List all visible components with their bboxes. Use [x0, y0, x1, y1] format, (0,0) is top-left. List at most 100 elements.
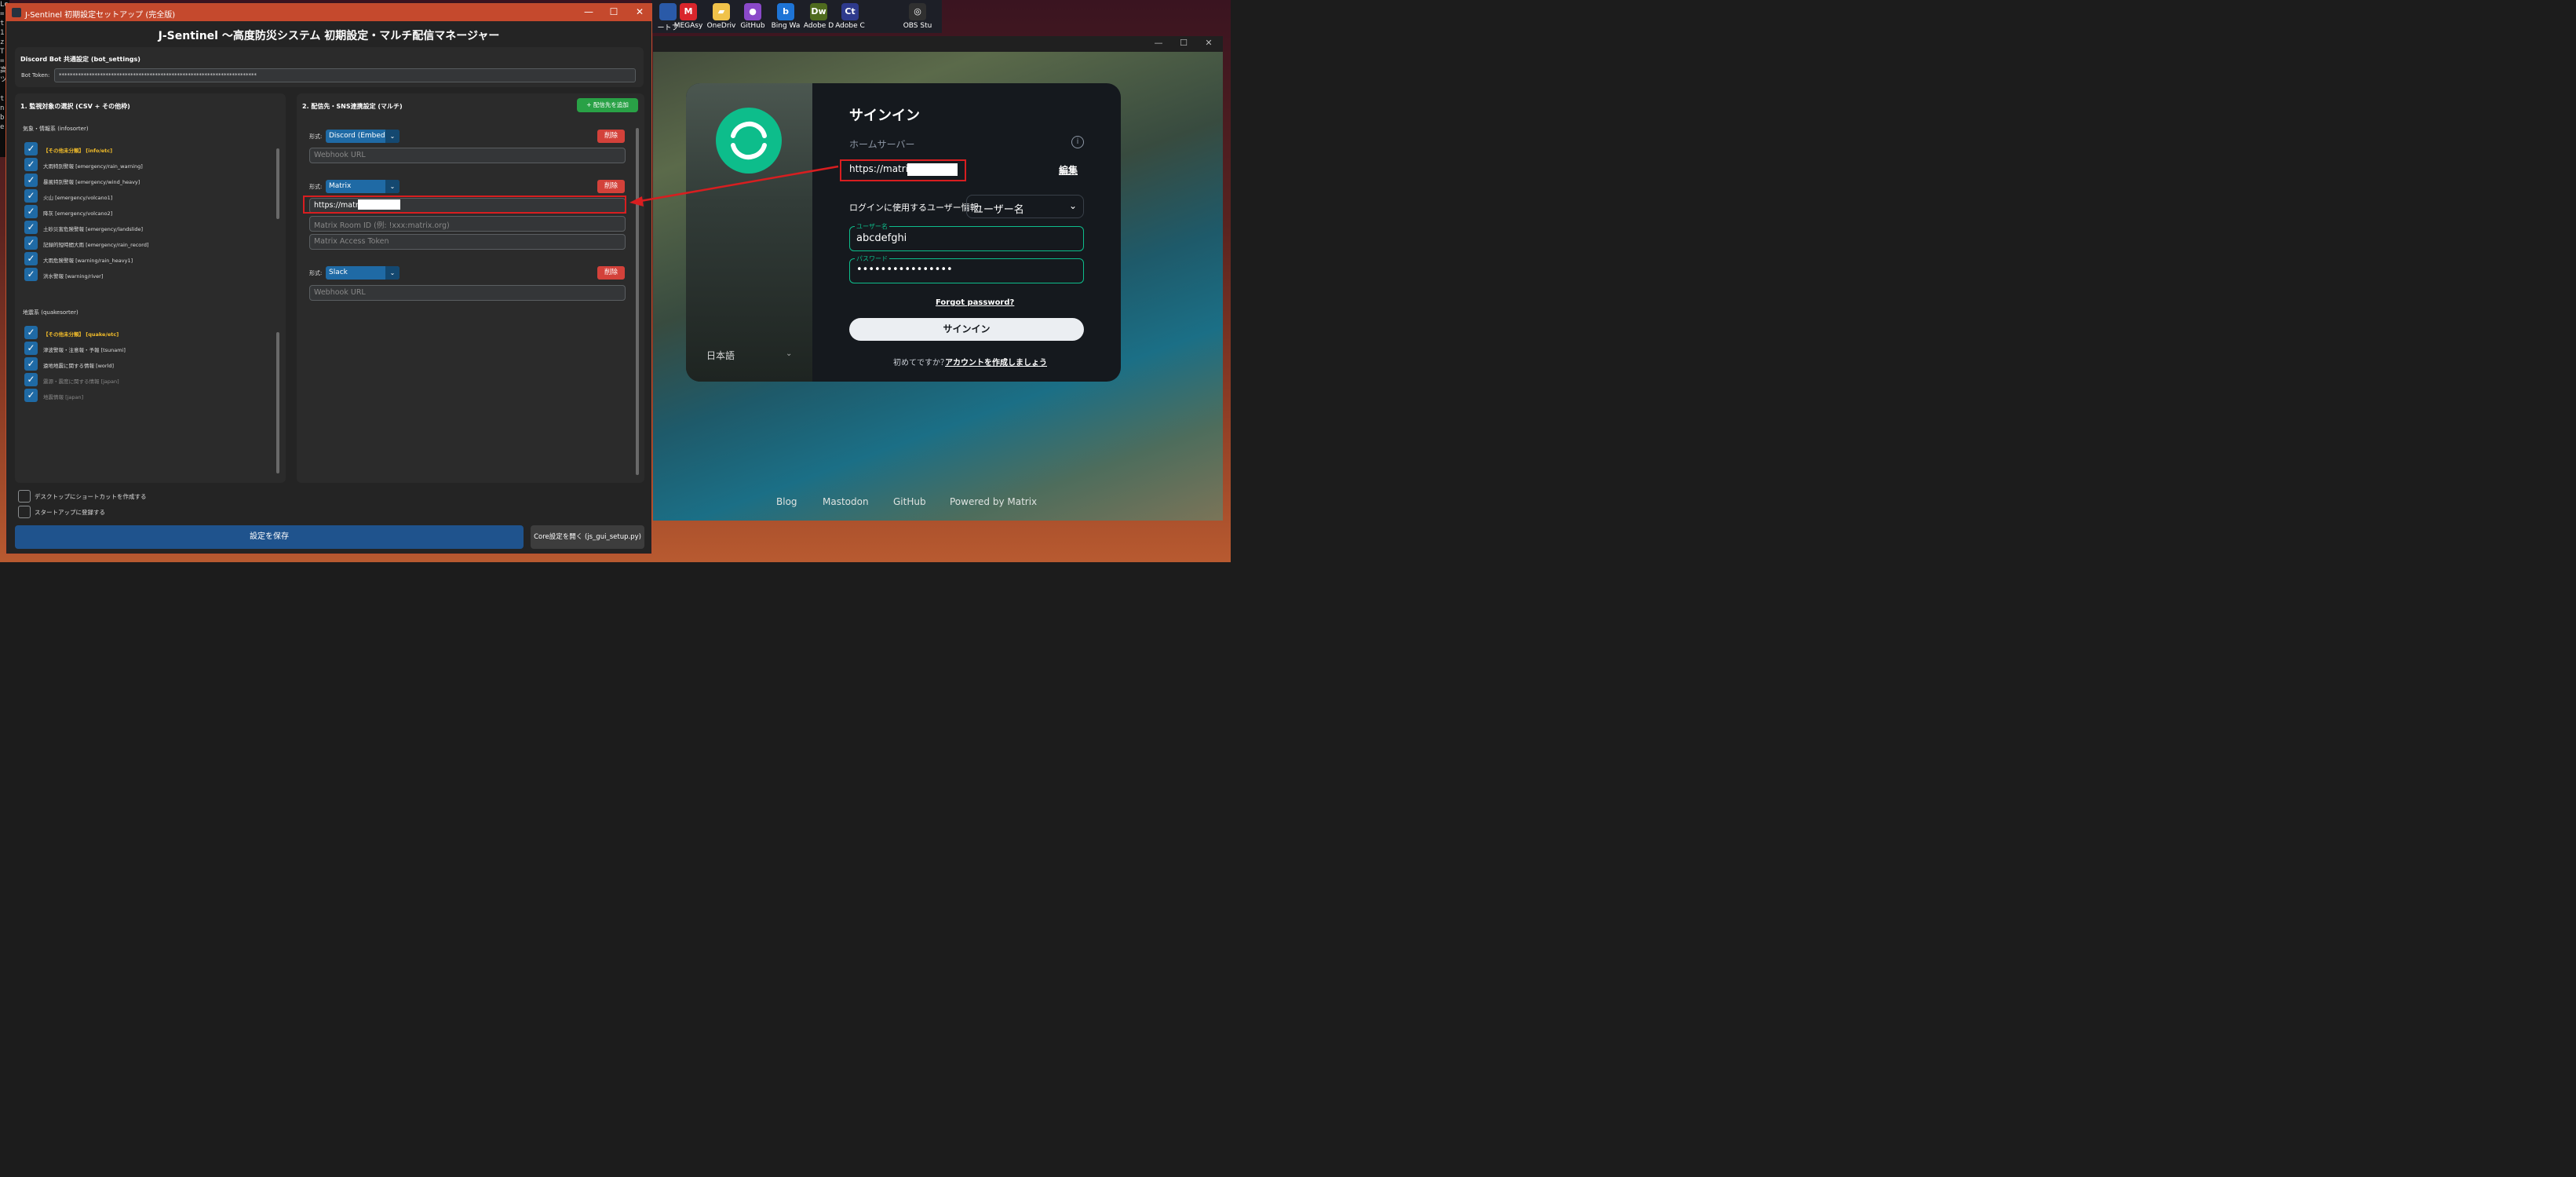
username-field-label: ユーザー名 [855, 222, 889, 231]
desktop-shortcut[interactable]: ▰ OneDriv [705, 2, 738, 30]
app-shortcut-icon: ◎ [909, 3, 926, 20]
target-checkbox[interactable]: ✓ [24, 221, 38, 234]
login-type-select[interactable]: ユーザー名 ⌄ [966, 195, 1084, 218]
target-checkbox-label: 津波警報・注意報・予報 [tsunami] [43, 347, 126, 353]
target-checkbox[interactable]: ✓ [24, 142, 38, 155]
page-title: J-Sentinel 〜高度防災システム 初期設定・マルチ配信マネージャー [158, 30, 500, 42]
footer-link-blog[interactable]: Blog [776, 496, 797, 507]
target-checkbox-label: 暴風特別警報 [emergency/wind_heavy] [43, 179, 140, 185]
desktop-shortcut[interactable]: M MEGAsy [672, 2, 705, 30]
destinations-panel: 2. 配信先・SNS連携設定 (マルチ) + 配信先を追加 形式: Discor… [297, 93, 644, 483]
target-checkbox[interactable]: ✓ [24, 373, 38, 386]
matrix-access-token-input[interactable]: Matrix Access Token [309, 234, 626, 250]
app-shortcut-icon: ▰ [713, 3, 730, 20]
destinations-scrollbar[interactable] [636, 128, 639, 475]
form-label: 形式: [309, 133, 323, 140]
open-core-settings-button[interactable]: Core設定を開く (js_gui_setup.py) [531, 525, 644, 549]
language-selector[interactable]: 日本語 [706, 349, 735, 362]
target-checkbox-label: 洪水警報 [warning/river] [43, 273, 104, 280]
minimize-icon[interactable]: — [577, 6, 600, 17]
target-checkbox[interactable]: ✓ [24, 189, 38, 203]
password-value: •••••••••••••••• [856, 264, 953, 276]
homeserver-label: ホームサーバー [849, 139, 915, 150]
delete-destination-button[interactable]: 削除 [597, 180, 625, 193]
edit-homeserver-link[interactable]: 編集 [1059, 163, 1078, 177]
footer-link-mastodon[interactable]: Mastodon [823, 496, 869, 507]
webhook-url-input[interactable]: Webhook URL [309, 285, 626, 301]
target-checkbox-label: 遠地地震に関する情報 [world] [43, 363, 115, 369]
targets-title: 1. 監視対象の選択 (CSV + その他枠) [20, 103, 130, 110]
quake-list-scrollbar[interactable] [276, 332, 279, 473]
desktop-shortcut-label: Adobe C [835, 22, 865, 30]
add-destination-button[interactable]: + 配信先を追加 [577, 98, 638, 112]
webhook-url-placeholder: Webhook URL [314, 288, 366, 297]
element-logo-icon [731, 121, 767, 160]
minimize-icon[interactable]: — [1148, 38, 1169, 48]
maximize-icon[interactable]: ☐ [1173, 38, 1195, 48]
app-shortcut-icon: Ct [841, 3, 859, 20]
save-settings-button[interactable]: 設定を保存 [15, 525, 524, 549]
target-checkbox[interactable]: ✓ [24, 236, 38, 250]
chevron-down-icon[interactable]: ⌄ [385, 130, 400, 143]
target-checkbox-label: 【その他未分類】 [info/etc] [43, 148, 113, 154]
target-checkbox-label: 土砂災害危険警報 [emergency/landslide] [43, 226, 144, 232]
username-field[interactable]: ユーザー名 abcdefghi [849, 222, 1084, 251]
form-label: 形式: [309, 184, 323, 190]
destination-type-select[interactable]: Slack ⌄ [326, 266, 400, 280]
footer-link-powered-by-matrix[interactable]: Powered by Matrix [950, 496, 1037, 507]
setup-title-bar: J-Sentinel 初期設定セットアップ (完全版) — ☐ ✕ [6, 4, 651, 21]
target-checkbox-label: 降灰 [emergency/volcano2] [43, 210, 113, 217]
delete-destination-button[interactable]: 削除 [597, 266, 625, 280]
app-shortcut-icon: ● [744, 3, 761, 20]
forgot-password-link[interactable]: Forgot password? [936, 298, 1014, 307]
webhook-url-input[interactable]: Webhook URL [309, 148, 626, 163]
password-field-label: パスワード [855, 254, 889, 263]
bot-token-input[interactable]: ****************************************… [54, 68, 636, 82]
setup-window: J-Sentinel 初期設定セットアップ (完全版) — ☐ ✕ J-Sent… [5, 3, 652, 554]
target-checkbox[interactable]: ✓ [24, 342, 38, 355]
desktop-shortcut[interactable]: b Bing Wa [769, 2, 802, 30]
target-checkbox[interactable]: ✓ [24, 158, 38, 171]
close-icon[interactable]: ✕ [1198, 38, 1220, 48]
destination-type-select[interactable]: Discord (Embed) ⌄ [326, 130, 400, 143]
delete-destination-button[interactable]: 削除 [597, 130, 625, 143]
quake-category-title: 地震系 (quakesorter) [23, 309, 78, 316]
desktop-shortcut[interactable]: ◎ OBS Stu [901, 2, 934, 30]
startup-checkbox-label: スタートアップに登録する [35, 509, 105, 516]
chevron-down-icon[interactable]: ⌄ [385, 180, 400, 193]
create-account-link[interactable]: アカウントを作成しましょう [945, 356, 1047, 367]
signin-heading: サインイン [849, 108, 920, 124]
maximize-icon[interactable]: ☐ [602, 6, 626, 17]
bot-settings-title: Discord Bot 共通設定 (bot_settings) [20, 56, 140, 63]
info-icon[interactable]: i [1071, 136, 1084, 148]
webhook-url-placeholder: Webhook URL [314, 151, 366, 159]
chevron-down-icon[interactable]: ⌄ [786, 349, 792, 358]
close-icon[interactable]: ✕ [628, 6, 651, 17]
footer-link-github[interactable]: GitHub [893, 496, 926, 507]
matrix-room-id-input[interactable]: Matrix Room ID (例: !xxx:matrix.org) [309, 216, 626, 232]
target-checkbox[interactable]: ✓ [24, 357, 38, 371]
weather-list-scrollbar[interactable] [276, 148, 279, 219]
destination-type-select[interactable]: Matrix ⌄ [326, 180, 400, 193]
desktop-icons-bar: ートフ M MEGAsy ▰ OneDriv ● GitHub b Bing Wa Dw Adobe… [651, 0, 942, 33]
desktop-shortcut[interactable]: Dw Adobe D [802, 2, 835, 30]
chevron-down-icon[interactable]: ⌄ [385, 266, 400, 280]
target-checkbox[interactable]: ✓ [24, 174, 38, 187]
target-checkbox[interactable]: ✓ [24, 268, 38, 281]
password-field[interactable]: パスワード •••••••••••••••• [849, 254, 1084, 283]
target-checkbox[interactable]: ✓ [24, 252, 38, 265]
chevron-down-icon: ⌄ [1068, 200, 1077, 211]
signin-button[interactable]: サインイン [849, 318, 1084, 341]
username-value: abcdefghi [856, 232, 907, 244]
target-checkbox[interactable]: ✓ [24, 205, 38, 218]
target-checkbox-label: 震源・震度に関する情報 [japan] [43, 378, 119, 385]
target-checkbox-label: 大雨特別警報 [emergency/rain_warning] [43, 163, 143, 170]
target-checkbox[interactable]: ✓ [24, 389, 38, 402]
shortcut-checkbox[interactable] [18, 490, 31, 503]
target-checkbox[interactable]: ✓ [24, 326, 38, 339]
startup-checkbox[interactable] [18, 506, 31, 518]
desktop-shortcut[interactable]: ● GitHub [736, 2, 769, 30]
new-user-prompt: 初めてですか？ [893, 359, 948, 367]
bot-token-label: Bot Token: [21, 72, 50, 79]
desktop-shortcut[interactable]: Ct Adobe C [834, 2, 867, 30]
